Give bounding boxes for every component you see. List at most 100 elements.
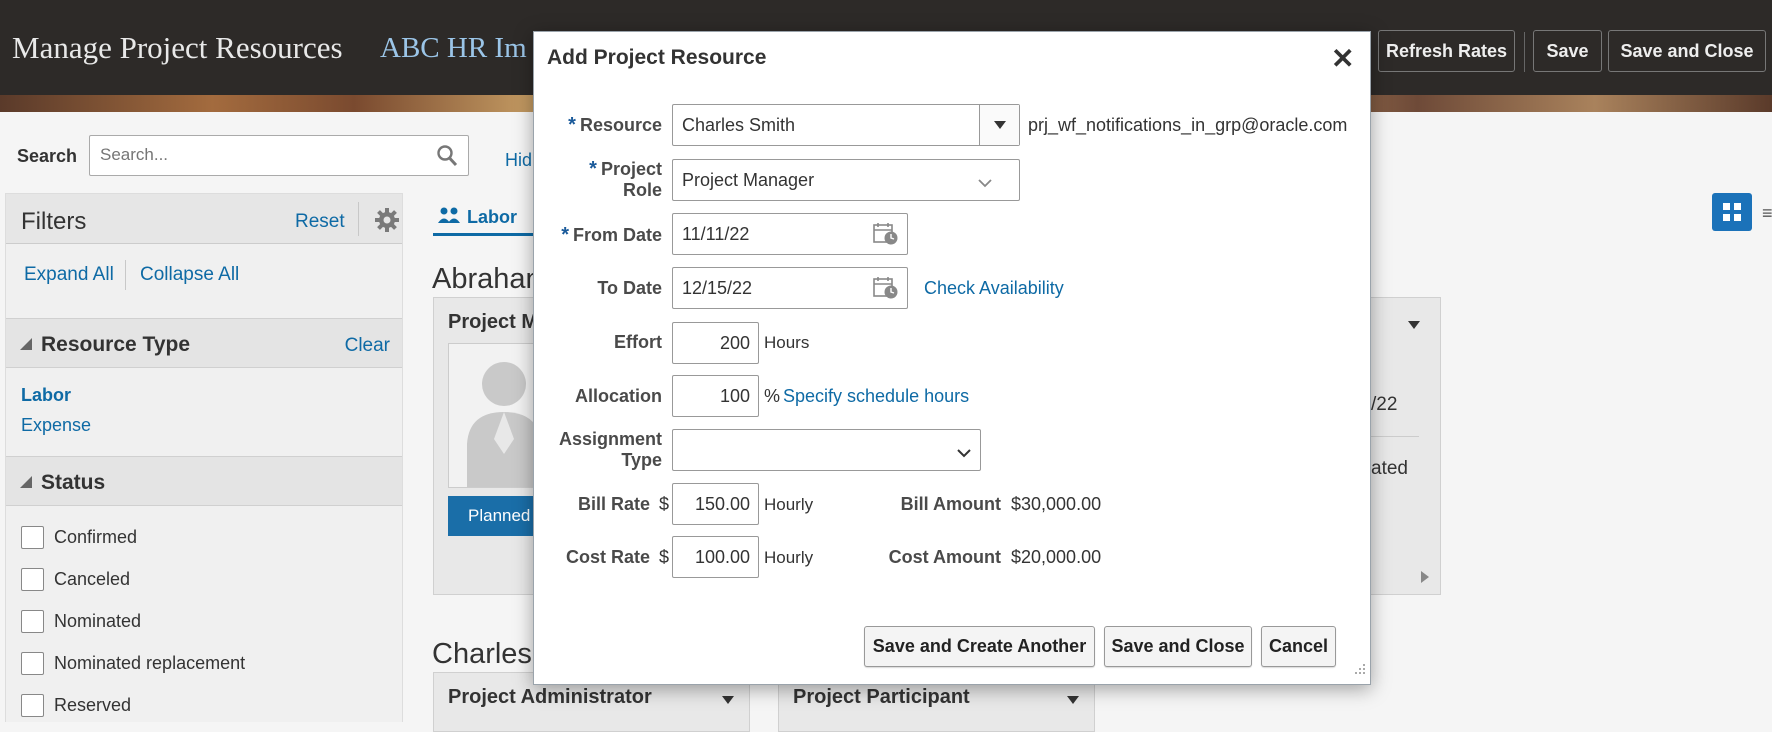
reset-link[interactable]: Reset: [295, 211, 345, 233]
close-icon[interactable]: ✕: [1331, 42, 1354, 75]
cost-rate-input[interactable]: 100.00: [672, 536, 759, 578]
checkbox[interactable]: [21, 567, 44, 591]
status-option-nominated-replacement[interactable]: Nominated replacement: [21, 650, 245, 676]
clear-link[interactable]: Clear: [345, 335, 390, 357]
planned-status-button[interactable]: Planned: [448, 496, 538, 536]
refresh-rates-button[interactable]: Refresh Rates: [1378, 30, 1515, 72]
status-header[interactable]: Status: [6, 456, 402, 506]
search-input[interactable]: [98, 136, 428, 174]
checkbox-label: Reserved: [54, 694, 132, 715]
dialog-save-and-close-button[interactable]: Save and Close: [1104, 626, 1252, 667]
bill-rate-input[interactable]: 150.00: [672, 483, 759, 525]
resource-label: * Resource: [568, 114, 662, 136]
expand-divider: [125, 260, 126, 290]
cost-amount-label: Cost Amount: [888, 547, 1001, 567]
person-name: Charles: [432, 638, 532, 670]
project-role-label: * Project Role: [589, 158, 662, 201]
collapse-all-link[interactable]: Collapse All: [140, 264, 239, 286]
card-menu-chevron-icon[interactable]: [721, 695, 735, 705]
resource-value: Charles Smith: [682, 114, 796, 135]
effort-label: Effort: [614, 332, 662, 352]
allocation-unit: %: [764, 386, 781, 406]
check-availability-link[interactable]: Check Availability: [924, 278, 1064, 299]
save-and-close-button[interactable]: Save and Close: [1608, 30, 1766, 72]
gear-icon[interactable]: [374, 207, 400, 238]
tab-underline: [433, 233, 533, 236]
save-button[interactable]: Save: [1533, 30, 1602, 72]
resize-grip-icon[interactable]: [1352, 661, 1366, 680]
cost-rate-value: 100.00: [694, 546, 750, 567]
calendar-icon[interactable]: [873, 222, 899, 251]
bill-amount-value: $30,000.00: [1011, 494, 1102, 514]
card-menu-chevron-icon[interactable]: [1407, 320, 1421, 330]
checkbox-label: Confirmed: [54, 526, 138, 547]
list-view-icon[interactable]: ≡: [1762, 203, 1772, 224]
status-option-reserved[interactable]: Reserved: [21, 692, 131, 718]
search-label: Search: [17, 146, 78, 166]
scroll-right-icon[interactable]: [1420, 570, 1430, 589]
checkbox-label: Nominated: [54, 610, 142, 631]
filters-divider: [358, 202, 359, 236]
filters-panel: Filters Reset Expand All Collapse All Re…: [5, 193, 403, 722]
project-role-select[interactable]: Project Manager: [672, 159, 1020, 201]
assignment-type-label: Assignment Type: [558, 429, 662, 470]
add-project-resource-dialog: Add Project Resource ✕ * Resource Charles…: [533, 31, 1371, 685]
hide-link[interactable]: Hid: [505, 150, 532, 171]
allocation-label: Allocation: [574, 386, 662, 406]
expand-all-link[interactable]: Expand All: [24, 264, 114, 286]
specify-schedule-hours-link[interactable]: Specify schedule hours: [783, 386, 969, 407]
effort-input[interactable]: 200: [672, 322, 759, 364]
checkbox[interactable]: [21, 525, 44, 549]
tab-labor[interactable]: Labor: [437, 206, 517, 229]
required-marker: *: [589, 158, 597, 180]
resource-type-title: Resource Type: [41, 333, 190, 356]
avatar: [448, 343, 538, 488]
status-option-confirmed[interactable]: Confirmed: [21, 524, 137, 550]
bill-rate-unit: Hourly: [764, 495, 814, 514]
search-icon[interactable]: [436, 144, 458, 173]
date-fragment: /22: [1371, 394, 1398, 415]
effort-unit: Hours: [764, 333, 810, 352]
grid-view-button[interactable]: [1712, 193, 1752, 231]
to-date-input[interactable]: 12/15/22: [672, 267, 908, 309]
bill-rate-currency: $: [659, 494, 670, 514]
collapse-triangle-icon[interactable]: [18, 474, 34, 495]
filters-header: Filters Reset: [6, 194, 402, 244]
status-title: Status: [41, 471, 106, 494]
checkbox-label: Nominated replacement: [54, 652, 246, 673]
required-marker: *: [561, 224, 569, 246]
from-date-value: 11/11/22: [682, 223, 750, 244]
checkbox[interactable]: [21, 651, 44, 675]
project-role-value: Project Manager: [682, 169, 815, 190]
card-title: Project Participant: [793, 686, 970, 708]
assignment-type-select[interactable]: [672, 429, 981, 471]
resource-type-labor[interactable]: Labor: [21, 385, 71, 406]
chevron-down-icon[interactable]: [977, 173, 993, 194]
dropdown-arrow-icon[interactable]: [979, 105, 1019, 145]
checkbox[interactable]: [21, 693, 44, 717]
card-menu-chevron-icon[interactable]: [1066, 695, 1080, 705]
resource-type-expense[interactable]: Expense: [21, 415, 91, 436]
status-option-canceled[interactable]: Canceled: [21, 566, 130, 592]
cancel-button[interactable]: Cancel: [1261, 626, 1336, 667]
resource-type-header[interactable]: Resource Type Clear: [6, 318, 402, 368]
required-marker: *: [568, 114, 576, 136]
save-and-create-another-button[interactable]: Save and Create Another: [864, 626, 1095, 667]
page-subtitle: ABC HR Im: [380, 32, 527, 64]
collapse-triangle-icon[interactable]: [18, 336, 34, 357]
bill-amount-label: Bill Amount: [900, 494, 1001, 514]
people-icon: [437, 206, 461, 229]
calendar-icon[interactable]: [873, 276, 899, 305]
chevron-down-icon[interactable]: [956, 443, 972, 464]
card-title: Project Administrator: [448, 686, 652, 708]
to-date-label: To Date: [597, 278, 662, 298]
from-date-input[interactable]: 11/11/22: [672, 213, 908, 255]
card-title: Project M: [448, 311, 539, 333]
dialog-title: Add Project Resource: [547, 46, 767, 69]
bill-rate-value: 150.00: [694, 493, 750, 514]
resource-combobox[interactable]: Charles Smith: [672, 104, 1020, 146]
search-box[interactable]: [89, 135, 469, 176]
status-option-nominated[interactable]: Nominated: [21, 608, 141, 634]
checkbox[interactable]: [21, 609, 44, 633]
allocation-input[interactable]: 100: [672, 375, 759, 417]
